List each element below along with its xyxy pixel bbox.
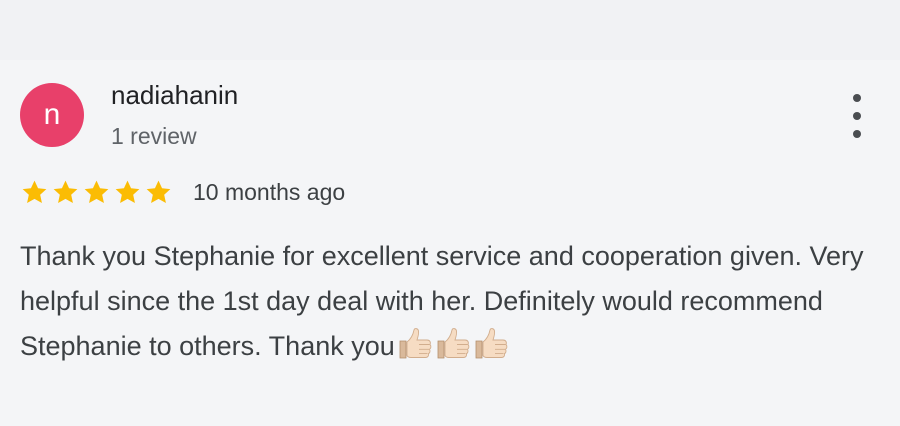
more-vert-icon[interactable] <box>843 94 871 138</box>
menu-dot <box>853 94 861 102</box>
top-band <box>0 0 900 60</box>
menu-dot <box>853 130 861 138</box>
reviewer-name[interactable]: nadiahanin <box>111 80 238 111</box>
star-icon <box>53 180 78 203</box>
star-icon <box>115 180 140 203</box>
emoji-group <box>395 328 509 361</box>
rating-row: 10 months ago <box>20 174 345 210</box>
avatar[interactable]: n <box>20 83 84 147</box>
star-icon <box>146 180 171 203</box>
avatar-initial: n <box>43 98 61 131</box>
review-count[interactable]: 1 review <box>111 123 197 150</box>
menu-dot <box>853 112 861 120</box>
review-time: 10 months ago <box>193 178 346 205</box>
star-rating <box>20 178 173 207</box>
thumbs-up-icon <box>397 327 433 361</box>
thumbs-up-icon <box>473 327 509 361</box>
thumbs-up-icon <box>435 327 471 361</box>
review-text-block: Thank you Stephanie for excellent servic… <box>20 234 880 369</box>
star-icon <box>84 180 109 203</box>
star-icon <box>22 180 47 203</box>
